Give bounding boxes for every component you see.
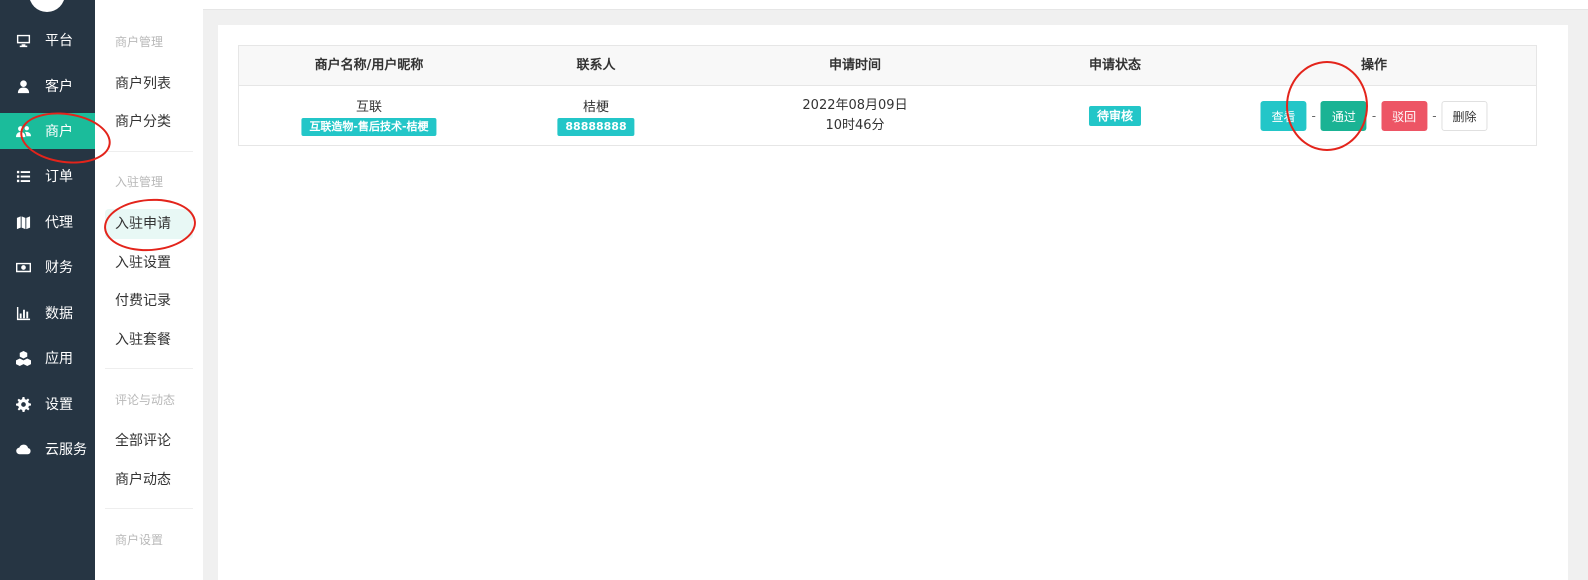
nav-label: 财务 [45,260,73,276]
header-actions: 操作 [1360,58,1388,73]
cloud-icon [15,441,31,457]
nav-item-merchant[interactable]: 商户 [0,113,95,149]
delete-button[interactable]: 删除 [1441,100,1488,131]
nav-label: 设置 [45,397,73,413]
subnav-item-merchant-category[interactable]: 商户分类 [105,107,193,137]
nav-label: 客户 [45,79,73,95]
apply-date: 2022年08月09日 [802,97,908,113]
nav-item-settings[interactable]: 设置 [0,386,95,422]
merchant-name: 互联 [355,99,383,115]
group-merchant-management: 商户管理 [115,35,164,49]
subnav-item-merchant-updates[interactable]: 商户动态 [105,465,193,495]
nav-item-agent[interactable]: 代理 [0,204,95,240]
nickname-tag: 互联造物-售后技术-桔梗 [301,117,437,136]
nav-item-customer[interactable]: 客户 [0,68,95,104]
divider [105,151,193,152]
subnav-item-all-reviews[interactable]: 全部评论 [105,426,193,456]
subnav-item-entry-application[interactable]: 入驻申请 [105,209,193,239]
users-icon [15,123,31,139]
reject-button[interactable]: 驳回 [1381,100,1428,131]
bar-chart-icon [15,305,31,321]
header-contact: 联系人 [576,58,616,73]
primary-sidebar: 平台 客户 商户 订单 代理 财务 数据 应用 设置 云服务 [0,0,95,580]
cubes-icon [15,350,31,366]
group-entry-management: 入驻管理 [115,175,164,189]
cell-apply-time: 2022年08月09日 10时46分 [802,86,907,145]
nav-item-cloud[interactable]: 云服务 [0,431,95,467]
group-reviews-and-updates: 评论与动态 [115,393,176,407]
nav-item-orders[interactable]: 订单 [0,158,95,194]
nav-item-apps[interactable]: 应用 [0,340,95,376]
cell-status: 待审核 [1088,86,1142,145]
phone-tag: 88888888 [557,117,635,136]
user-icon [15,78,31,94]
nav-item-platform[interactable]: 平台 [0,22,95,58]
nav-item-data[interactable]: 数据 [0,295,95,331]
subnav-item-merchant-list[interactable]: 商户列表 [105,69,193,99]
cell-merchant: 互联 互联造物-售后技术-桔梗 [301,86,437,145]
application-table: 商户名称/用户昵称 联系人 申请时间 申请状态 操作 互联 互联造物-售后技术-… [238,45,1537,146]
divider [105,508,193,509]
cell-actions: 查看 - 通过 - 驳回 - 删除 [1260,86,1488,145]
group-merchant-settings: 商户设置 [115,533,164,547]
header-merchant-name: 商户名称/用户昵称 [314,58,424,73]
nav-label: 数据 [45,306,73,322]
nav-label: 平台 [45,33,73,49]
nav-label: 代理 [45,215,73,231]
subnav-item-payment-records[interactable]: 付费记录 [105,286,193,316]
separator: - [1311,108,1316,123]
monitor-icon [15,32,31,48]
list-icon [15,168,31,184]
header-status: 申请状态 [1088,58,1142,73]
nav-item-finance[interactable]: 财务 [0,249,95,285]
nav-label: 应用 [45,351,73,367]
subnav-item-entry-settings[interactable]: 入驻设置 [105,248,193,278]
cell-contact: 桔梗 88888888 [557,86,635,145]
top-bar [203,0,1588,10]
nav-label: 订单 [45,169,73,185]
table-header: 商户名称/用户昵称 联系人 申请时间 申请状态 操作 [239,46,1536,86]
separator: - [1371,108,1377,123]
separator: - [1432,108,1437,123]
map-icon [15,214,31,230]
money-icon [15,259,31,275]
contact-name: 桔梗 [582,99,610,115]
nav-label: 商户 [45,124,73,140]
content-card: 商户名称/用户昵称 联系人 申请时间 申请状态 操作 互联 互联造物-售后技术-… [218,25,1568,580]
divider [105,368,193,369]
nav-label: 云服务 [45,442,87,458]
gear-icon [15,396,31,412]
table-row: 互联 互联造物-售后技术-桔梗 桔梗 88888888 2022年08月09日 … [239,86,1536,145]
secondary-sidebar: 商户管理 商户列表 商户分类 入驻管理 入驻申请 入驻设置 付费记录 入驻套餐 … [95,0,203,580]
status-badge: 待审核 [1088,105,1142,126]
apply-time: 10时46分 [825,117,885,133]
avatar[interactable] [29,0,65,12]
approve-button[interactable]: 通过 [1320,100,1367,131]
view-button[interactable]: 查看 [1260,100,1307,131]
header-apply-time: 申请时间 [828,58,882,73]
subnav-item-entry-packages[interactable]: 入驻套餐 [105,325,193,355]
